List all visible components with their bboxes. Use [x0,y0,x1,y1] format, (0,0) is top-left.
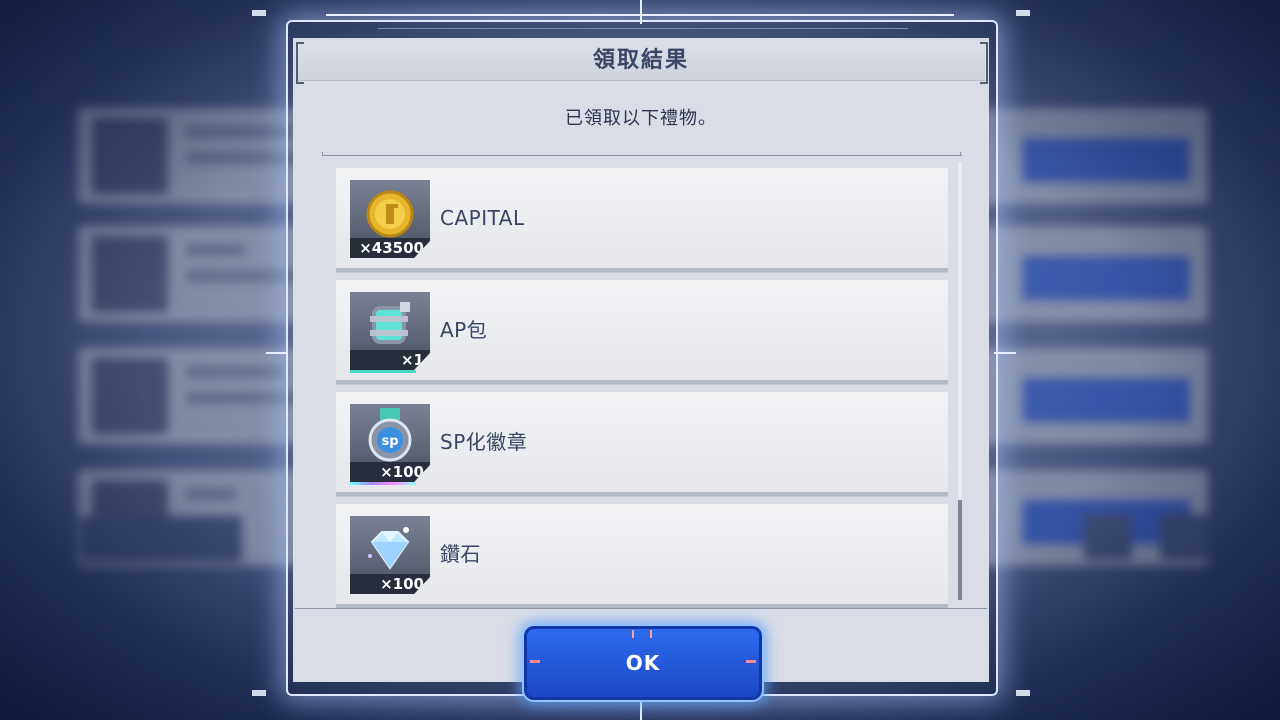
reward-item-sp-badge: sp ×100 SP化徽章 [336,392,948,496]
sp-badge-icon: sp ×100 [350,404,430,482]
reward-quantity: ×1 [350,350,430,370]
reward-quantity: ×43500 [350,238,430,258]
ok-button-label: OK [625,651,661,675]
reward-name: 鑽石 [440,542,481,566]
dialog-frame-line [378,28,908,29]
svg-text:sp: sp [381,434,398,449]
rarity-edge [350,370,416,373]
ok-button[interactable]: OK [522,624,764,702]
list-divider-tick [322,152,335,156]
reward-item-ap-pack: ×1 AP包 [336,280,948,384]
ap-pack-icon: ×1 [350,292,430,370]
frame-tick [266,352,288,354]
corner-dash [252,10,266,16]
corner-dash [252,690,266,696]
corner-dash [1016,10,1030,16]
corner-dash [1016,690,1030,696]
list-divider-bottom [295,608,987,609]
reward-name: SP化徽章 [440,430,528,454]
reward-item-capital: ×43500 CAPITAL [336,168,948,272]
list-divider-tick [948,152,961,156]
diamond-icon: ×100 [350,516,430,594]
dialog-title: 領取結果 [592,48,689,73]
rarity-edge [350,482,416,485]
reward-item-diamond: ×100 鑽石 [336,504,948,608]
reward-name: CAPITAL [440,206,525,230]
reward-quantity: ×100 [350,462,430,482]
frame-tick [640,0,642,24]
list-divider-top [322,155,962,156]
reward-name: AP包 [440,318,488,342]
reward-quantity: ×100 [350,574,430,594]
frame-tick [994,352,1016,354]
reward-list-scroll-thumb[interactable] [958,500,962,600]
dialog-subtitle: 已領取以下禮物。 [565,108,717,129]
gold-coin-icon: ×43500 [350,180,430,258]
